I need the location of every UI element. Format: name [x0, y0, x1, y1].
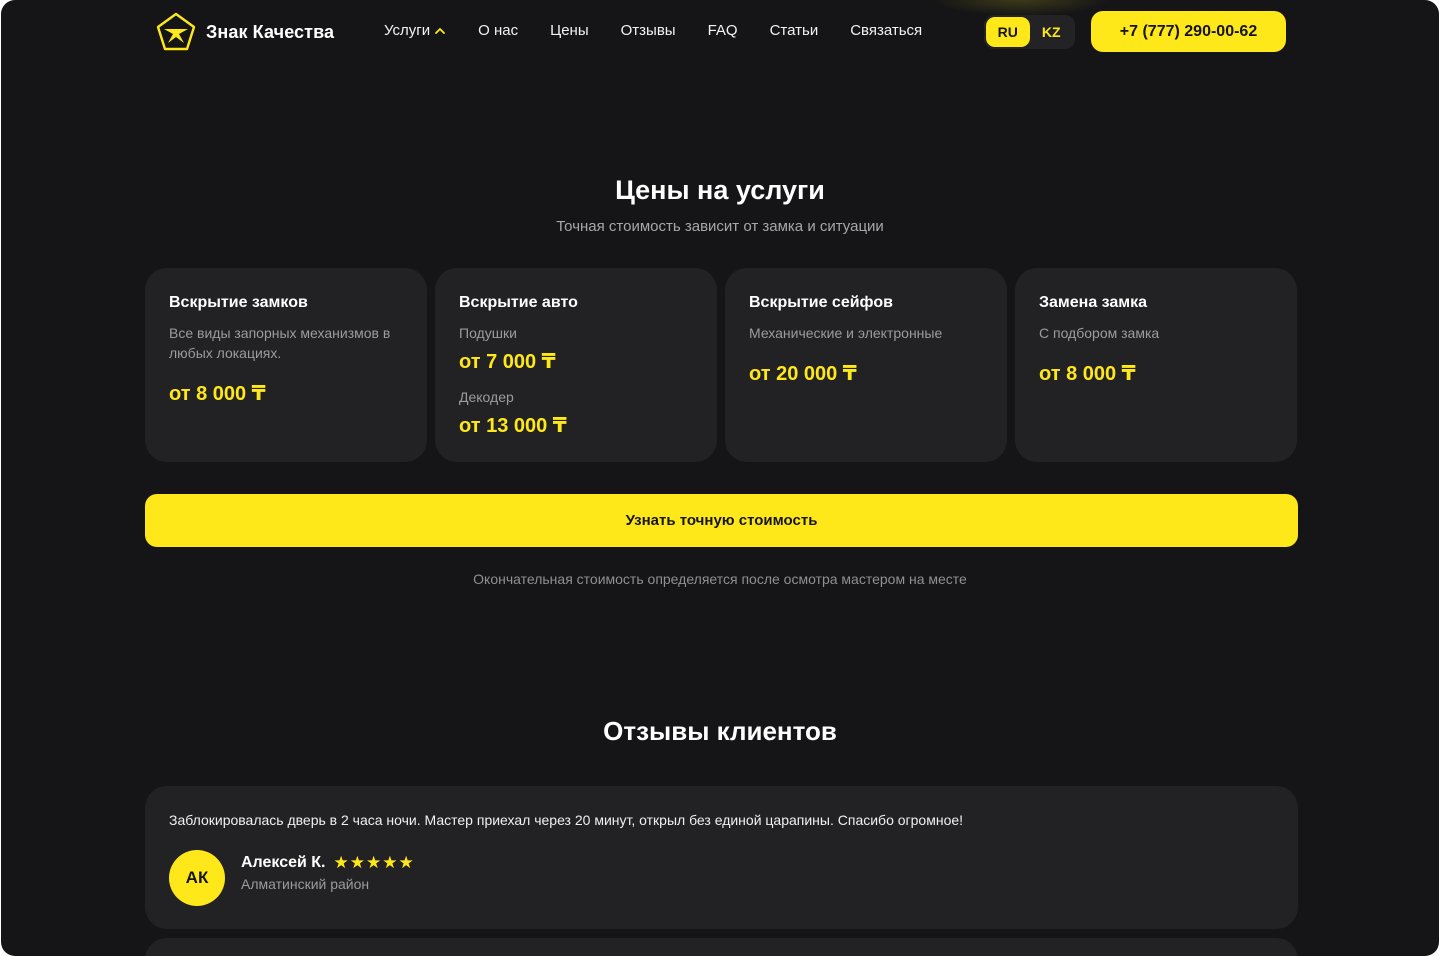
card-price: от 20 000 ₸ [749, 363, 857, 385]
pricing-cards: Вскрытие замков Все виды запорных механи… [145, 268, 1297, 462]
card-title: Замена замка [1039, 294, 1148, 311]
nav-item-label: Цены [550, 22, 589, 39]
nav-item-label: О нас [478, 22, 519, 39]
price-card-lock-replacement: Замена замка С подбором замка от 8 000 ₸ [1015, 268, 1297, 462]
card-price: от 7 000 ₸ [459, 351, 556, 373]
reviews-title: Отзывы клиентов [603, 716, 837, 746]
nav-item-prices[interactable]: Цены [550, 22, 589, 39]
pricing-title: Цены на услуги [615, 175, 825, 205]
nav-item-articles[interactable]: Статьи [770, 22, 819, 39]
nav-item-label: Услуги [384, 22, 431, 39]
nav-item-services[interactable]: Услуги [384, 22, 446, 39]
lang-ru-button[interactable]: RU [986, 17, 1030, 47]
card-description: Механические и электронные [749, 325, 943, 341]
price-card-auto: Вскрытие авто Подушки от 7 000 ₸ Декодер… [435, 268, 717, 462]
language-switcher: RU KZ [984, 15, 1075, 49]
get-exact-price-button[interactable]: Узнать точную стоимость [145, 494, 1298, 547]
pricing-note: Окончательная стоимость определяется пос… [473, 571, 967, 587]
main-nav: Услуги О нас Цены Отзывы FAQ Статьи Связ… [384, 22, 922, 39]
nav-item-about[interactable]: О нас [478, 22, 518, 39]
review-text: Заблокировалась дверь в 2 часа ночи. Мас… [169, 812, 964, 828]
reviewer: Алексей К. ★★★★★ [241, 853, 415, 873]
review-card: Заблокировалась дверь в 2 часа ночи. Мас… [145, 786, 1298, 929]
card-title: Вскрытие авто [459, 294, 578, 311]
nav-item-label: Статьи [769, 22, 819, 39]
nav-item-contact[interactable]: Связаться [850, 22, 922, 39]
card-title: Вскрытие замков [169, 294, 308, 311]
card-description: Подушки [459, 325, 517, 341]
nav-item-faq[interactable]: FAQ [708, 22, 738, 39]
nav-item-reviews[interactable]: Отзывы [621, 22, 676, 39]
nav-item-label: FAQ [707, 22, 738, 39]
chevron-up-icon [435, 27, 446, 34]
logo[interactable]: Знак Качества [155, 12, 334, 52]
card-price: от 8 000 ₸ [1039, 363, 1136, 385]
lang-kz-button[interactable]: KZ [1030, 17, 1074, 47]
nav-item-label: Связаться [850, 22, 923, 39]
card-description: Все виды запорных механизмов в любых лок… [169, 325, 391, 361]
price-card-safes: Вскрытие сейфов Механические и электронн… [725, 268, 1007, 462]
nav-item-label: Отзывы [620, 22, 676, 39]
phone-button[interactable]: +7 (777) 290-00-62 [1091, 11, 1286, 52]
price-card-locks: Вскрытие замков Все виды запорных механи… [145, 268, 427, 462]
reviewer-name: Алексей К. [241, 854, 326, 871]
logo-text: Знак Качества [206, 21, 335, 42]
page: Знак Качества Услуги О нас Цены Отзывы F… [1, 0, 1439, 956]
card-description: С подбором замка [1039, 325, 1160, 341]
reviewer-location: Алматинский район [241, 876, 370, 892]
card-description: Декодер [459, 389, 514, 405]
avatar: АК [169, 850, 225, 906]
card-price: от 8 000 ₸ [169, 383, 266, 405]
rating-stars-icon: ★★★★★ [333, 853, 415, 873]
logo-pentagon-icon [156, 12, 196, 51]
review-card [145, 938, 1298, 956]
pricing-subtitle: Точная стоимость зависит от замка и ситу… [556, 218, 884, 235]
card-title: Вскрытие сейфов [749, 294, 893, 311]
site-header: Знак Качества Услуги О нас Цены Отзывы F… [1, 0, 1439, 64]
card-price: от 13 000 ₸ [459, 415, 567, 437]
